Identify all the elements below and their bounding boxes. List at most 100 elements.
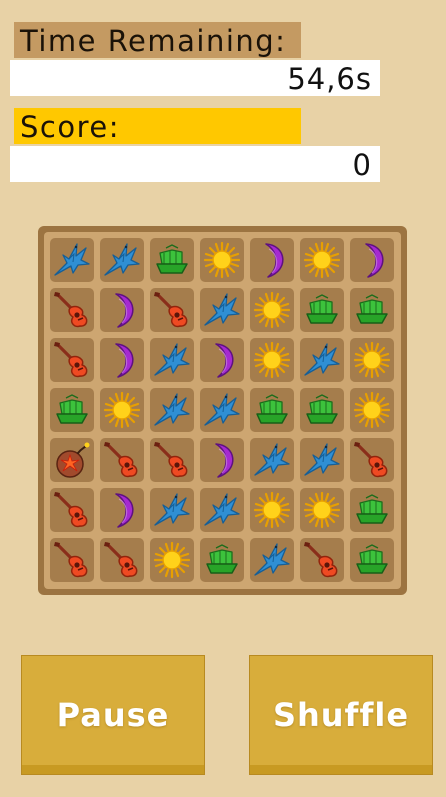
tile-moon[interactable]	[199, 437, 244, 482]
tile-bomb[interactable]	[49, 437, 94, 482]
tile-ship[interactable]	[350, 287, 395, 332]
tile-moon[interactable]	[99, 287, 144, 332]
ship-icon	[302, 390, 342, 430]
tile-sun[interactable]	[249, 337, 294, 382]
tile-moon[interactable]	[99, 488, 144, 532]
tile-moon[interactable]	[99, 337, 144, 382]
guitar-icon	[302, 540, 342, 580]
guitar-icon	[52, 490, 92, 530]
guitar-icon	[52, 290, 92, 330]
tile-bird[interactable]	[149, 387, 194, 432]
tile-guitar[interactable]	[99, 538, 144, 583]
game-board-grid	[44, 232, 401, 589]
tile-guitar[interactable]	[49, 488, 94, 532]
game-board	[38, 226, 407, 595]
shuffle-button[interactable]: Shuffle	[249, 655, 433, 775]
ship-icon	[352, 540, 392, 580]
tile-guitar[interactable]	[149, 287, 194, 332]
tile-sun[interactable]	[99, 387, 144, 432]
tile-sun[interactable]	[199, 237, 244, 282]
pause-button[interactable]: Pause	[21, 655, 205, 775]
score-label: Score:	[14, 108, 301, 144]
tile-bird[interactable]	[199, 488, 244, 532]
guitar-icon	[152, 290, 192, 330]
tile-bird[interactable]	[300, 437, 344, 482]
tile-sun[interactable]	[300, 488, 344, 532]
bird-icon	[202, 390, 242, 430]
bird-icon	[252, 440, 292, 480]
ship-icon	[52, 390, 92, 430]
tile-sun[interactable]	[149, 538, 194, 583]
bird-icon	[102, 240, 142, 280]
tile-bird[interactable]	[199, 387, 244, 432]
tile-sun[interactable]	[249, 287, 294, 332]
tile-ship[interactable]	[149, 237, 194, 282]
bird-icon	[202, 490, 242, 530]
tile-ship[interactable]	[300, 387, 344, 432]
bird-icon	[152, 390, 192, 430]
bird-icon	[152, 490, 192, 530]
tile-bird[interactable]	[300, 337, 344, 382]
tile-guitar[interactable]	[49, 538, 94, 583]
ship-icon	[352, 290, 392, 330]
tile-guitar[interactable]	[350, 437, 395, 482]
tile-guitar[interactable]	[99, 437, 144, 482]
guitar-icon	[102, 440, 142, 480]
time-remaining-label: Time Remaining:	[14, 22, 301, 58]
tile-guitar[interactable]	[49, 337, 94, 382]
ship-icon	[352, 490, 392, 530]
tile-bird[interactable]	[49, 237, 94, 282]
sun-icon	[352, 390, 392, 430]
tile-bird[interactable]	[99, 237, 144, 282]
bird-icon	[202, 290, 242, 330]
guitar-icon	[152, 440, 192, 480]
moon-icon	[202, 440, 242, 480]
tile-bird[interactable]	[149, 488, 194, 532]
tile-sun[interactable]	[350, 387, 395, 432]
ship-icon	[202, 540, 242, 580]
ship-icon	[252, 390, 292, 430]
sun-icon	[152, 540, 192, 580]
sun-icon	[102, 390, 142, 430]
moon-icon	[102, 340, 142, 380]
tile-ship[interactable]	[249, 387, 294, 432]
guitar-icon	[52, 540, 92, 580]
guitar-icon	[52, 340, 92, 380]
bird-icon	[152, 340, 192, 380]
time-remaining-value: 54,6s	[10, 60, 380, 96]
tile-moon[interactable]	[350, 237, 395, 282]
tile-ship[interactable]	[300, 287, 344, 332]
guitar-icon	[102, 540, 142, 580]
tile-moon[interactable]	[199, 337, 244, 382]
tile-ship[interactable]	[49, 387, 94, 432]
tile-ship[interactable]	[350, 538, 395, 583]
sun-icon	[252, 340, 292, 380]
tile-ship[interactable]	[350, 488, 395, 532]
ship-icon	[152, 240, 192, 280]
tile-bird[interactable]	[199, 287, 244, 332]
bomb-icon	[52, 440, 92, 480]
tile-sun[interactable]	[300, 237, 344, 282]
tile-guitar[interactable]	[49, 287, 94, 332]
tile-sun[interactable]	[350, 337, 395, 382]
bird-icon	[302, 340, 342, 380]
moon-icon	[352, 240, 392, 280]
guitar-icon	[352, 440, 392, 480]
tile-ship[interactable]	[199, 538, 244, 583]
moon-icon	[102, 490, 142, 530]
tile-guitar[interactable]	[300, 538, 344, 583]
tile-bird[interactable]	[249, 437, 294, 482]
bird-icon	[52, 240, 92, 280]
sun-icon	[202, 240, 242, 280]
tile-sun[interactable]	[249, 488, 294, 532]
tile-guitar[interactable]	[149, 437, 194, 482]
bird-icon	[302, 440, 342, 480]
moon-icon	[102, 290, 142, 330]
sun-icon	[302, 240, 342, 280]
sun-icon	[252, 290, 292, 330]
tile-bird[interactable]	[149, 337, 194, 382]
tile-moon[interactable]	[249, 237, 294, 282]
sun-icon	[252, 490, 292, 530]
ship-icon	[302, 290, 342, 330]
tile-bird[interactable]	[249, 538, 294, 583]
